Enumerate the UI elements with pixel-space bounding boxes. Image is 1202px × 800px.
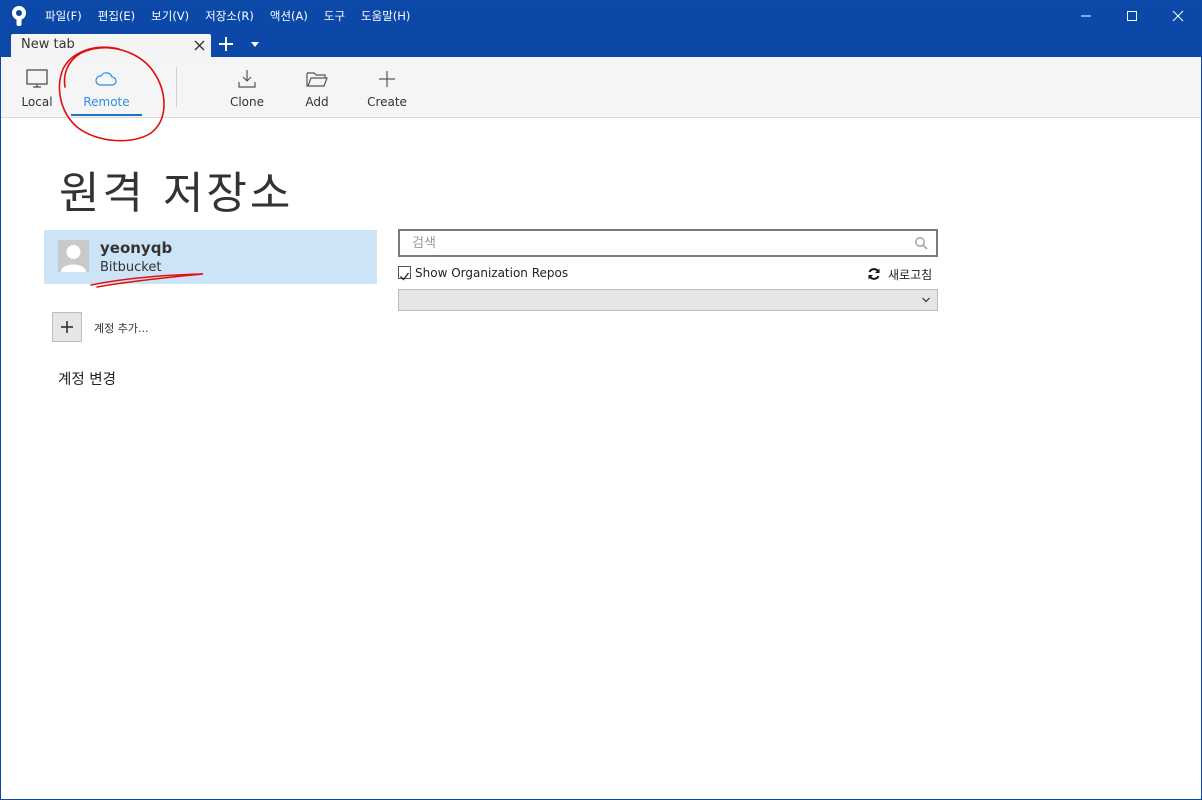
add-account-label[interactable]: 계정 추가... <box>94 320 148 336</box>
refresh-icon[interactable] <box>867 267 881 281</box>
change-account-link[interactable]: 계정 변경 <box>58 368 116 389</box>
remote-button[interactable]: Remote <box>71 57 142 117</box>
plus-icon <box>61 321 73 333</box>
active-tab-indicator <box>71 114 142 116</box>
minimize-button[interactable] <box>1063 1 1109 31</box>
red-pen-annotation <box>58 46 204 288</box>
page-title: 원격 저장소 <box>59 168 294 219</box>
add-label: Add <box>305 95 329 109</box>
plus-icon <box>379 71 395 87</box>
maximize-icon <box>1127 11 1137 21</box>
refresh-button[interactable]: 새로고침 <box>888 266 932 283</box>
menu-help[interactable]: 도움말(H) <box>353 1 418 31</box>
account-list-item[interactable]: yeonyqb Bitbucket <box>44 230 377 284</box>
download-icon <box>238 70 256 88</box>
show-org-repos-label[interactable]: Show Organization Repos <box>415 266 568 280</box>
account-name: yeonyqb <box>100 239 173 257</box>
search-icon[interactable] <box>914 236 928 250</box>
search-input[interactable] <box>412 234 902 252</box>
clone-button[interactable]: Clone <box>223 57 271 117</box>
maximize-button[interactable] <box>1109 1 1155 31</box>
account-service: Bitbucket <box>100 260 162 275</box>
tab-strip: New tab <box>1 32 1201 57</box>
remote-label: Remote <box>83 95 130 109</box>
create-button[interactable]: Create <box>363 57 411 117</box>
avatar <box>58 240 89 272</box>
toolbar: Local Remote Clone Add Create <box>1 57 1201 118</box>
tab-close-icon[interactable] <box>193 39 206 52</box>
new-tab-plus-icon[interactable] <box>217 35 235 53</box>
toolbar-divider <box>176 67 177 107</box>
local-button[interactable]: Local <box>11 57 63 117</box>
checkmark-icon <box>400 272 410 281</box>
menu-repository[interactable]: 저장소(R) <box>197 1 262 31</box>
menu-tools[interactable]: 도구 <box>316 1 353 31</box>
menu-file[interactable]: 파일(F) <box>37 1 90 31</box>
add-button[interactable]: Add <box>297 57 337 117</box>
monitor-icon <box>26 69 48 88</box>
show-org-repos-checkbox[interactable] <box>398 266 411 281</box>
menu-view[interactable]: 보기(V) <box>143 1 197 31</box>
clone-label: Clone <box>229 95 265 109</box>
tab-label: New tab <box>21 37 75 52</box>
chevron-down-icon <box>922 297 930 303</box>
folder-open-icon <box>306 72 328 87</box>
repo-select-dropdown[interactable] <box>398 289 938 311</box>
search-box <box>398 229 938 257</box>
close-icon <box>1172 10 1184 22</box>
title-bar: 파일(F) 편집(E) 보기(V) 저장소(R) 액션(A) 도구 도움말(H) <box>1 1 1201 57</box>
sourcetree-logo-icon <box>12 6 26 26</box>
menu-bar: 파일(F) 편집(E) 보기(V) 저장소(R) 액션(A) 도구 도움말(H) <box>37 1 418 31</box>
cloud-icon <box>95 72 117 86</box>
user-silhouette-icon <box>61 245 86 272</box>
close-window-button[interactable] <box>1155 1 1201 31</box>
tab-dropdown-icon[interactable] <box>250 41 260 49</box>
add-account-button[interactable] <box>52 312 82 342</box>
local-label: Local <box>21 95 53 109</box>
minimize-icon <box>1081 15 1091 17</box>
window-controls <box>1063 1 1201 31</box>
tab-new-tab[interactable]: New tab <box>11 34 211 57</box>
menu-edit[interactable]: 편집(E) <box>90 1 143 31</box>
app-window: 파일(F) 편집(E) 보기(V) 저장소(R) 액션(A) 도구 도움말(H) <box>0 0 1202 800</box>
menu-actions[interactable]: 액션(A) <box>262 1 316 31</box>
create-label: Create <box>367 95 407 109</box>
